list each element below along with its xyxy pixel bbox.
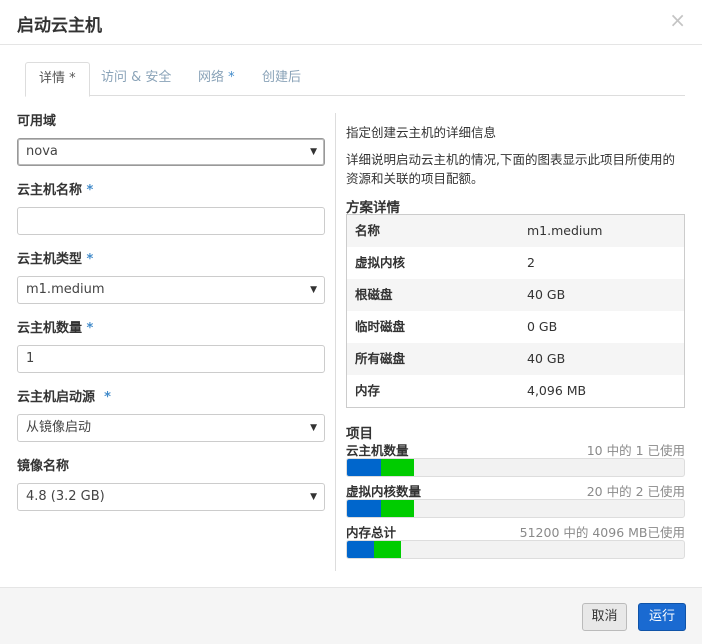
instance-name-label: 云主机名称 * xyxy=(17,183,94,198)
table-row: 虚拟内核 2 xyxy=(347,247,684,279)
table-row: 根磁盘 40 GB xyxy=(347,279,684,311)
quota-bar-vcpus xyxy=(346,499,685,518)
dialog-title: 启动云主机 xyxy=(17,16,102,36)
flavor-value: m1.medium xyxy=(26,282,105,297)
tab-details[interactable]: 详情 * xyxy=(25,62,90,97)
dropdown-caret-icon: ▼ xyxy=(310,285,317,295)
quota-label-ram: 内存总计 xyxy=(346,525,397,540)
quota-bar-added xyxy=(380,500,415,517)
column-divider xyxy=(335,113,336,571)
dropdown-caret-icon: ▼ xyxy=(310,492,317,502)
instance-count-label: 云主机数量 * xyxy=(17,321,94,336)
tab-post-creation-label: 创建后 xyxy=(262,70,302,85)
flavor-detail-value: 2 xyxy=(527,255,535,270)
tab-networking[interactable]: 网络 * xyxy=(185,62,248,96)
instance-name-field: 云主机名称 * xyxy=(17,181,325,235)
flavor-detail-value: 4,096 MB xyxy=(527,383,587,398)
quota-label-vcpus: 虚拟内核数量 xyxy=(346,484,422,499)
quota-bar-used xyxy=(347,500,381,517)
cancel-button[interactable]: 取消 xyxy=(582,603,627,631)
table-row: 内存 4,096 MB xyxy=(347,375,684,407)
flavor-detail-value: 0 GB xyxy=(527,319,558,334)
flavor-detail-value: m1.medium xyxy=(527,223,603,238)
boot-source-label: 云主机启动源 * xyxy=(17,390,111,405)
launch-button[interactable]: 运行 xyxy=(638,603,686,631)
flavor-detail-key: 内存 xyxy=(355,383,381,398)
flavor-label: 云主机类型 * xyxy=(17,252,94,267)
availability-zone-value: nova xyxy=(26,144,58,159)
flavor-details-title: 方案详情 xyxy=(346,200,400,216)
flavor-detail-key: 名称 xyxy=(355,223,381,238)
launch-instance-dialog: 启动云主机 × 详情 * 访问 & 安全 网络 * 创建后 可用域 nova ▼… xyxy=(0,0,702,644)
quota-usage-vcpus: 20 中的 2 已使用 xyxy=(586,484,685,499)
boot-source-field: 云主机启动源 * 从镜像启动 ▼ xyxy=(17,388,325,442)
dialog-header: 启动云主机 × xyxy=(0,0,702,45)
tab-access-security[interactable]: 访问 & 安全 xyxy=(88,62,184,96)
flavor-select[interactable]: m1.medium ▼ xyxy=(17,276,325,304)
close-icon[interactable]: × xyxy=(669,9,686,31)
availability-zone-field: 可用域 nova ▼ xyxy=(17,112,325,166)
tab-bar: 详情 * 访问 & 安全 网络 * 创建后 xyxy=(25,62,685,97)
table-row: 名称 m1.medium xyxy=(347,215,684,247)
boot-source-value: 从镜像启动 xyxy=(26,420,92,435)
quota-bar-added xyxy=(380,459,415,476)
quota-label-instances: 云主机数量 xyxy=(346,443,409,458)
flavor-detail-key: 所有磁盘 xyxy=(355,351,406,366)
flavor-detail-key: 根磁盘 xyxy=(355,287,393,302)
tab-networking-label: 网络 xyxy=(198,70,225,85)
table-row: 所有磁盘 40 GB xyxy=(347,343,684,375)
dropdown-caret-icon: ▼ xyxy=(310,147,317,157)
flavor-detail-key: 临时磁盘 xyxy=(355,319,406,334)
flavor-detail-key: 虚拟内核 xyxy=(355,255,406,270)
instance-name-input[interactable] xyxy=(17,207,325,235)
tab-details-required: * xyxy=(69,71,76,86)
quota-bar-added xyxy=(373,541,401,558)
flavor-detail-value: 40 GB xyxy=(527,287,566,302)
image-name-select[interactable]: 4.8 (3.2 GB) ▼ xyxy=(17,483,325,511)
availability-zone-select[interactable]: nova ▼ xyxy=(17,138,325,166)
dialog-footer: 取消 运行 xyxy=(0,587,702,644)
instance-count-input[interactable]: 1 xyxy=(17,345,325,373)
flavor-detail-value: 40 GB xyxy=(527,351,566,366)
image-name-label: 镜像名称 xyxy=(17,459,70,474)
boot-source-select[interactable]: 从镜像启动 ▼ xyxy=(17,414,325,442)
flavor-field: 云主机类型 * m1.medium ▼ xyxy=(17,250,325,304)
availability-zone-label: 可用域 xyxy=(17,114,57,129)
info-intro: 指定创建云主机的详细信息 xyxy=(346,125,497,140)
tab-access-security-label: 访问 & 安全 xyxy=(101,70,172,85)
quota-bar-ram xyxy=(346,540,685,559)
image-name-field: 镜像名称 4.8 (3.2 GB) ▼ xyxy=(17,457,325,511)
flavor-details-table: 名称 m1.medium 虚拟内核 2 根磁盘 40 GB 临时磁盘 0 GB … xyxy=(346,214,685,408)
quota-usage-instances: 10 中的 1 已使用 xyxy=(586,443,685,458)
table-row: 临时磁盘 0 GB xyxy=(347,311,684,343)
quota-usage-ram: 51200 中的 4096 MB已使用 xyxy=(519,525,685,540)
quota-bar-instances xyxy=(346,458,685,477)
instance-count-field: 云主机数量 * 1 xyxy=(17,319,325,373)
tab-details-label: 详情 xyxy=(39,71,66,86)
info-description: 详细说明启动云主机的情况,下面的图表显示此项目所使用的资源和关联的项目配额。 xyxy=(346,152,675,186)
dropdown-caret-icon: ▼ xyxy=(310,423,317,433)
image-name-value: 4.8 (3.2 GB) xyxy=(26,489,105,504)
project-limits-title: 项目 xyxy=(346,426,373,442)
tab-post-creation[interactable]: 创建后 xyxy=(249,62,314,96)
quota-bar-used xyxy=(347,541,374,558)
quota-bar-used xyxy=(347,459,381,476)
tab-networking-required: * xyxy=(228,70,235,85)
